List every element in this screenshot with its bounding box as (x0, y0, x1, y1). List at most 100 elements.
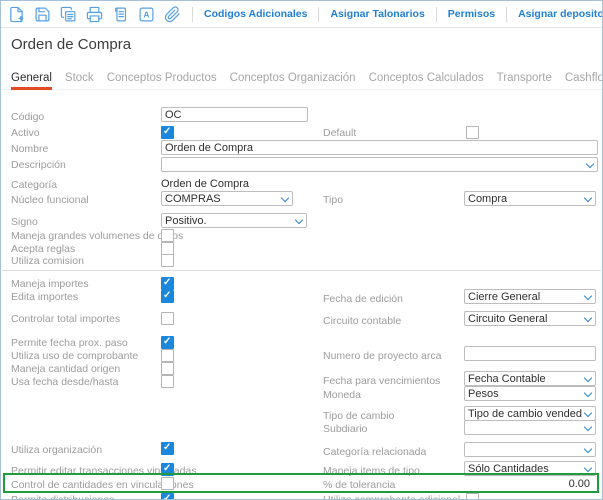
utiliza-comprobante-adicional-label: Utiliza comprobante adicional (323, 494, 460, 500)
utiliza-organizacion-checkbox[interactable] (161, 442, 174, 455)
permite-fecha-prox-checkbox[interactable] (161, 336, 174, 349)
chevron-down-icon (584, 389, 592, 397)
toolbar-separator (192, 7, 193, 22)
chevron-down-icon (584, 374, 592, 382)
default-label: Default (323, 127, 356, 139)
tab-transporte[interactable]: Transporte (497, 72, 552, 90)
toolbar: A Codigos Adicionales Asignar Talonarios… (1, 1, 602, 28)
copy-icon[interactable] (60, 6, 77, 23)
tab-general[interactable]: General (11, 72, 52, 90)
numero-proyecto-arca-label: Numero de proyecto arca (323, 350, 441, 362)
tab-conceptos-organizacion[interactable]: Conceptos Organización (230, 72, 356, 90)
default-checkbox[interactable] (466, 126, 479, 139)
toolbar-separator (506, 7, 507, 22)
chevron-down-icon (586, 160, 594, 168)
save-icon[interactable] (34, 6, 51, 23)
usa-fecha-desde-hasta-label: Usa fecha desde/hasta (11, 376, 118, 388)
permite-fecha-prox-label: Permite fecha prox. paso (11, 337, 128, 349)
chevron-down-icon (281, 194, 289, 202)
moneda-label: Moneda (323, 389, 361, 401)
maneja-cantidad-origen-label: Maneja cantidad origen (11, 363, 120, 375)
circuito-contable-label: Circuito contable (323, 315, 401, 327)
tipo-select[interactable]: Compra (464, 191, 596, 206)
nucleo-funcional-label: Núcleo funcional (11, 194, 89, 206)
chevron-down-icon (584, 409, 592, 417)
fecha-vencimientos-label: Fecha para vencimientos (323, 375, 440, 387)
codigo-label: Código (11, 111, 44, 123)
tolerancia-label: % de tolerancia (323, 479, 395, 491)
categoria-relacionada-label: Categoría relacionada (323, 446, 426, 458)
permisos-link[interactable]: Permisos (448, 8, 495, 20)
chevron-down-icon (584, 194, 592, 202)
toolbar-separator (436, 7, 437, 22)
nombre-label: Nombre (11, 143, 48, 155)
chevron-down-icon (584, 445, 592, 453)
maneja-importes-checkbox[interactable] (161, 277, 174, 290)
maneja-importes-label: Maneja importes (11, 278, 89, 290)
numero-proyecto-arca-input[interactable] (464, 346, 596, 361)
utiliza-comision-checkbox[interactable] (161, 254, 174, 267)
categoria-value: Orden de Compra (161, 178, 249, 190)
tab-cashflow[interactable]: Cashflow (565, 72, 603, 90)
activo-label: Activo (11, 127, 40, 139)
permite-distribuciones-checkbox[interactable] (161, 493, 174, 500)
maneja-grandes-label: Maneja grandes volumenes de datos (11, 230, 183, 242)
fecha-vencimientos-select[interactable]: Fecha Contable (464, 371, 596, 386)
print-icon[interactable] (86, 6, 103, 23)
new-document-icon[interactable] (8, 6, 25, 23)
subdiario-select[interactable] (464, 420, 596, 435)
maneja-grandes-checkbox[interactable] (161, 229, 174, 242)
tab-conceptos-productos[interactable]: Conceptos Productos (107, 72, 217, 90)
tab-stock[interactable]: Stock (65, 72, 94, 90)
fecha-edicion-select[interactable]: Cierre General (464, 289, 596, 304)
svg-text:A: A (143, 9, 149, 19)
tab-bar: General Stock Conceptos Productos Concep… (11, 72, 603, 90)
categoria-label: Categoría (11, 179, 57, 191)
font-icon[interactable]: A (138, 6, 155, 23)
moneda-select[interactable]: Pesos (464, 386, 596, 401)
categoria-relacionada-select[interactable] (464, 442, 596, 457)
scroll-icon[interactable] (112, 6, 129, 23)
permite-distribuciones-label: Permite distribuciones (11, 494, 114, 500)
signo-label: Signo (11, 216, 38, 228)
edita-importes-checkbox[interactable] (161, 290, 174, 303)
tab-conceptos-calculados[interactable]: Conceptos Calculados (369, 72, 484, 90)
attachment-icon[interactable] (164, 6, 181, 23)
chevron-down-icon (584, 423, 592, 431)
chevron-down-icon (584, 464, 592, 472)
controlar-total-checkbox[interactable] (161, 312, 174, 325)
toolbar-separator (318, 7, 319, 22)
descripcion-label: Descripción (11, 159, 66, 171)
nucleo-funcional-select[interactable]: COMPRAS (161, 191, 293, 206)
chevron-down-icon (584, 314, 592, 322)
utiliza-comision-label: Utiliza comision (11, 255, 84, 267)
tolerancia-value[interactable]: 0.00 (569, 478, 590, 490)
page-title: Orden de Compra (11, 36, 131, 53)
chevron-down-icon (295, 216, 303, 224)
controlar-total-label: Controlar total importes (11, 313, 120, 325)
activo-checkbox[interactable] (161, 126, 174, 139)
utiliza-organizacion-label: Utiliza organización (11, 444, 102, 456)
tipo-cambio-label: Tipo de cambio (323, 410, 394, 422)
utiliza-comprobante-adicional-checkbox[interactable] (466, 493, 479, 500)
tipo-cambio-select[interactable]: Tipo de cambio vendedor (464, 406, 596, 421)
maneja-cantidad-origen-checkbox[interactable] (161, 362, 174, 375)
chevron-down-icon (584, 292, 592, 300)
subdiario-label: Subdiario (323, 423, 367, 435)
orden-de-compra-window: A Codigos Adicionales Asignar Talonarios… (0, 0, 603, 500)
asignar-talonarios-link[interactable]: Asignar Talonarios (330, 8, 424, 20)
asignar-depositos-link[interactable]: Asignar depositos (518, 8, 603, 20)
codigo-input[interactable] (161, 107, 308, 122)
signo-select[interactable]: Positivo. (161, 213, 307, 228)
circuito-contable-select[interactable]: Circuito General (464, 311, 596, 326)
edita-importes-label: Edita importes (11, 291, 78, 303)
utiliza-uso-comprobante-checkbox[interactable] (161, 349, 174, 362)
section-divider (2, 270, 601, 271)
nombre-input[interactable] (161, 140, 598, 155)
descripcion-select[interactable] (161, 157, 598, 172)
control-cantidades-checkbox[interactable] (161, 477, 174, 490)
codigos-adicionales-link[interactable]: Codigos Adicionales (204, 8, 307, 20)
acepta-reglas-label: Acepta reglas (11, 243, 75, 255)
utiliza-uso-comprobante-label: Utiliza uso de comprobante (11, 350, 138, 362)
usa-fecha-desde-hasta-checkbox[interactable] (161, 375, 174, 388)
